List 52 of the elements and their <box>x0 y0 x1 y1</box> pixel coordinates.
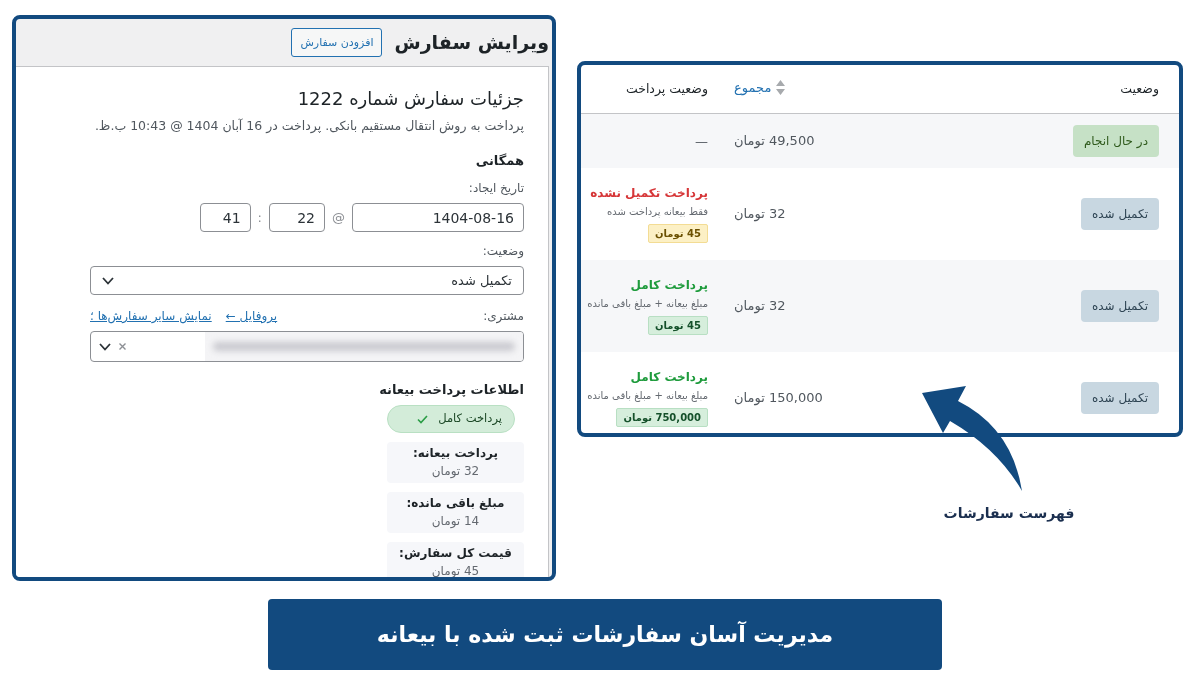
date-field[interactable]: 1404-08-16 <box>352 203 524 232</box>
column-header: وضعیت پرداخت <box>625 80 708 96</box>
minute-field[interactable]: 41 <box>199 203 251 232</box>
empty-dash: — <box>695 134 708 149</box>
check-icon <box>417 414 429 424</box>
sortable-column-header[interactable]: مجموع <box>734 77 786 98</box>
status-badge: تکمیل شده <box>1080 382 1159 414</box>
section-title: همگانی <box>474 152 524 170</box>
info-label: مبلغ باقی مانده: <box>405 495 506 511</box>
payment-note: فقط بیعانه پرداخت شده <box>605 205 708 220</box>
sort-icon <box>776 79 786 95</box>
order-total: 32 تومان <box>734 298 786 314</box>
payment-note: مبلغ بیعانه + مبلغ باقی مانده <box>586 297 708 312</box>
payment-note: مبلغ بیعانه + مبلغ باقی مانده <box>586 389 708 404</box>
info-label: پرداخت بیعانه: <box>411 445 499 461</box>
clear-icon[interactable] <box>119 343 126 350</box>
info-value: 32 تومان <box>430 463 481 480</box>
amount-badge: 750,000 تومان <box>616 408 708 427</box>
callout-label: فهرست سفارشات <box>943 505 1075 521</box>
banner-text: مدیریت آسان سفارشات ثبت شده با بیعانه <box>376 620 834 650</box>
chevron-icon <box>102 276 114 285</box>
time-separator: : <box>256 208 263 227</box>
section-title: اطلاعات پرداخت بیعانه <box>378 381 524 399</box>
order-total: 150,000 تومان <box>734 390 823 406</box>
customer-select[interactable] <box>90 331 524 362</box>
order-heading: جزئیات سفارش شماره 1222 <box>296 87 524 112</box>
payment-status: پرداخت کامل <box>629 369 708 386</box>
chevron-icon <box>99 342 111 351</box>
column-header: وضعیت <box>1120 80 1159 96</box>
payment-note: پرداخت به روش انتقال مستقیم بانکی. پرداخت در 16 آبان 1404 @ 10:43 ب.ظ. <box>93 117 524 136</box>
status-badge: تکمیل شده <box>1080 290 1159 322</box>
add-order-button[interactable]: افزودن سفارش <box>291 27 383 58</box>
order-total: 32 تومان <box>734 206 786 222</box>
status-badge: در حال انجام <box>1072 125 1159 157</box>
status-badge: تکمیل شده <box>1080 198 1159 230</box>
field-label: مشتری: <box>483 308 524 325</box>
amount-badge: 45 تومان <box>648 224 708 243</box>
amount-badge: 45 تومان <box>648 316 708 335</box>
order-total: 49,500 تومان <box>734 133 815 149</box>
field-label: وضعیت: <box>481 243 524 260</box>
status-select[interactable]: تکمیل شده <box>90 266 524 295</box>
payment-status: پرداخت تکمیل نشده <box>589 185 708 202</box>
at-sign: @ <box>331 208 346 227</box>
field-label: تاریخ ایجاد: <box>467 180 524 197</box>
status-pill-text: پرداخت کامل <box>438 410 502 428</box>
hour-field[interactable]: 22 <box>269 203 325 232</box>
payment-status: پرداخت کامل <box>629 277 708 294</box>
customer-link[interactable]: پروفایل ← <box>225 307 278 325</box>
info-value: 14 تومان <box>430 513 481 530</box>
info-label: قیمت کل سفارش: <box>398 545 513 561</box>
page-title: ویرایش سفارش <box>394 31 549 54</box>
customer-link[interactable]: نمایش سایر سفارش‌ها ؛ <box>90 307 212 325</box>
